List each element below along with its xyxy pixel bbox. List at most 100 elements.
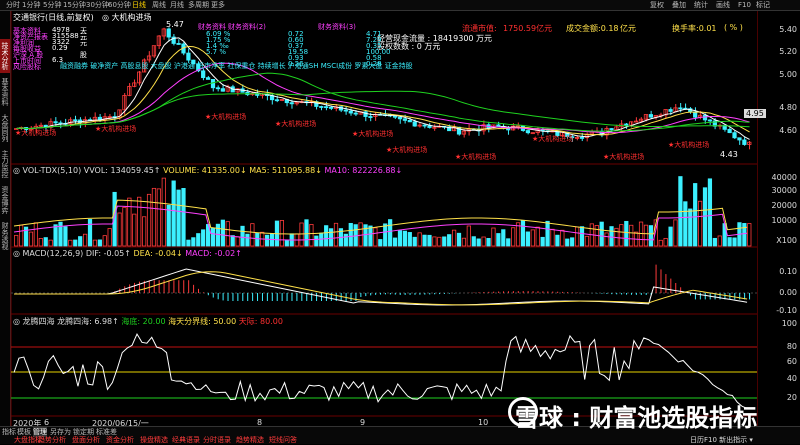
- volume-bar: [579, 226, 585, 247]
- volume-bar: [333, 222, 339, 247]
- volume-bar: [235, 236, 240, 247]
- bottom-category-tab[interactable]: 盘面分析: [72, 435, 100, 445]
- volume-bar: [471, 236, 476, 247]
- vol-title: ◎ VOL-TDX(5,10): [13, 166, 82, 175]
- axis-label: 100: [781, 319, 797, 328]
- signal-label: ★大机构进场: [95, 125, 137, 133]
- volume-bar: [19, 224, 24, 247]
- bottom-category-tab[interactable]: 趋势精选: [236, 435, 264, 445]
- volume-bar: [255, 232, 260, 247]
- volume-bar: [368, 225, 373, 247]
- volume-bar: [68, 239, 73, 247]
- volume-bar: [407, 232, 412, 247]
- volume-bar: [92, 239, 98, 247]
- candle-body: [220, 88, 225, 92]
- volume-bar: [712, 237, 717, 247]
- volume-bar: [201, 229, 206, 247]
- volume-bar: [73, 239, 78, 247]
- volume-bar: [107, 228, 112, 247]
- signal-label: ★大机构进场: [205, 113, 247, 121]
- volume-bar: [663, 237, 668, 247]
- volume-bar: [210, 227, 216, 247]
- volume-bar: [191, 237, 196, 247]
- volume-bar: [437, 236, 442, 247]
- bottom-category-tab[interactable]: 资金分析: [106, 435, 134, 445]
- volume-bar: [727, 237, 732, 247]
- volume-bar: [570, 237, 575, 247]
- candle-body: [402, 118, 407, 121]
- candle-body: [678, 107, 683, 110]
- bottom-category-tab[interactable]: 趋势分析: [38, 435, 66, 445]
- volume-bar: [358, 222, 363, 247]
- volume-bar: [638, 221, 644, 247]
- volume-bar: [697, 200, 703, 247]
- sea-boundary-value: 海天分界线: 50.00: [168, 317, 237, 326]
- axis-label: X100: [776, 236, 797, 245]
- fundamental-col-title: 财务资料(2): [228, 23, 266, 31]
- moving-average-line: [16, 45, 750, 136]
- fundamental-value: 风险股标: [13, 63, 41, 71]
- dif-value: DIF: -0.05↑: [85, 249, 131, 258]
- dragon-value: 龙腾四海: 6.98↑: [57, 317, 119, 326]
- vvol-value: VVOL: 134059.45↑: [83, 166, 161, 175]
- volume-bar: [481, 236, 486, 247]
- volume-bar: [383, 223, 388, 247]
- bottom-category-tab[interactable]: 经典语录: [172, 435, 200, 445]
- volume-bar: [299, 222, 304, 247]
- volume-bar: [196, 233, 201, 247]
- concept-tags[interactable]: 融资融券 破净资产 高股息股 大盘股 沪港通 低市净率 社保重仓 持续增长 沪港…: [60, 61, 413, 71]
- candle-body: [737, 137, 742, 141]
- candle-body: [609, 128, 614, 131]
- volume-bar: [82, 233, 88, 247]
- volume-bar: [166, 204, 171, 247]
- bottom-category-tab[interactable]: 短线问答: [269, 435, 297, 445]
- volume-bar: [456, 232, 462, 247]
- volume-bar: [328, 228, 334, 247]
- turnover-unit: 亿元: [620, 24, 636, 33]
- axis-label: 20000: [771, 201, 797, 210]
- volume-bar: [732, 237, 737, 247]
- volume-bar: [284, 239, 289, 247]
- signal-label: ★大机构进场: [386, 146, 428, 154]
- volume-bar: [624, 220, 629, 247]
- volume-bar: [48, 239, 53, 247]
- volume-bar: [38, 238, 43, 247]
- volume-bar: [525, 231, 530, 247]
- volume-bar: [265, 234, 270, 247]
- dea-value: DEA: -0.04↓: [133, 249, 183, 258]
- candle-body: [210, 79, 216, 89]
- volume-bar: [658, 239, 663, 247]
- volume-bar: [122, 206, 127, 247]
- dragon-title: ◎ 龙腾四海: [13, 317, 55, 326]
- bottom-right-status[interactable]: 日历F10 新出指示 ▾: [690, 435, 753, 445]
- axis-label: 4.80: [779, 103, 797, 112]
- candle-body: [343, 109, 348, 112]
- candle-body: [215, 87, 221, 90]
- volume-bar: [668, 226, 673, 247]
- bottom-category-tab[interactable]: 分时语录: [203, 435, 231, 445]
- volume-bar: [181, 188, 186, 247]
- candle-body: [525, 130, 530, 134]
- volume-bar: [33, 222, 39, 247]
- volume-bar: [693, 183, 698, 247]
- volume-bar: [427, 234, 432, 247]
- dea-line: [14, 271, 748, 306]
- volume-bar: [417, 232, 422, 247]
- signal-label: ★大机构进场: [15, 129, 57, 137]
- bottom-category-tab[interactable]: 操盘精选: [140, 435, 168, 445]
- volume-bar: [540, 236, 545, 247]
- signal-label: ★大机构进场: [455, 153, 497, 161]
- volume-bar: [555, 234, 560, 247]
- volume-bar: [688, 208, 693, 247]
- candle-body: [186, 52, 191, 61]
- volume-bar: [535, 226, 540, 247]
- volume-bar: [461, 237, 467, 247]
- watermark-text: 雪球 : 财富池选股指标: [515, 404, 758, 432]
- fundamental-value: 0.26: [288, 60, 304, 68]
- volume-bar: [250, 223, 255, 247]
- volume-bar: [422, 234, 427, 247]
- volume-bar: [629, 224, 634, 247]
- candle-body: [732, 132, 737, 139]
- indicator-name: ◎ 大机构进场: [102, 13, 152, 22]
- volume-bar: [348, 222, 353, 247]
